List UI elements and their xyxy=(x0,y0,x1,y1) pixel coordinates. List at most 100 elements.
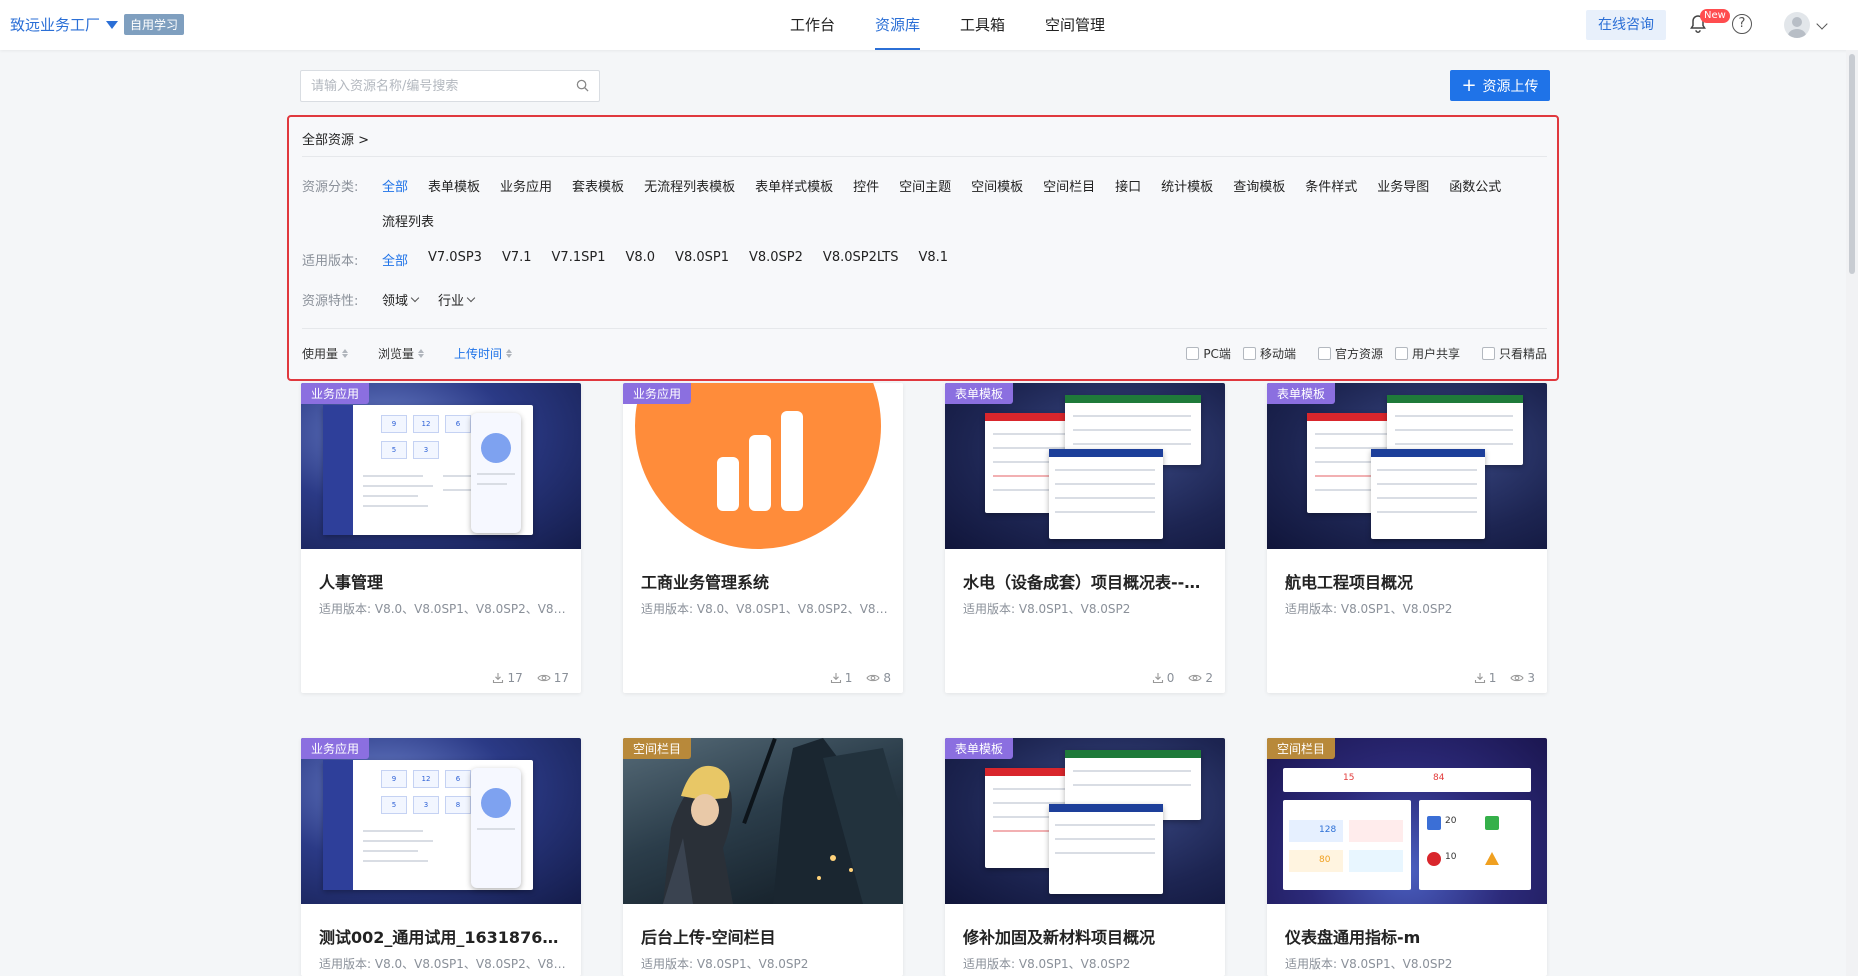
category-option[interactable]: 业务导图 xyxy=(1377,176,1429,195)
sort-arrows-icon xyxy=(418,349,425,358)
upload-resource-button[interactable]: + 资源上传 xyxy=(1450,70,1550,101)
checkbox-box[interactable] xyxy=(1186,347,1200,360)
search-input[interactable] xyxy=(301,71,561,101)
caret-down-icon xyxy=(106,20,119,29)
tab-toolbox[interactable]: 工具箱 xyxy=(940,0,1025,50)
new-badge: New xyxy=(1700,9,1730,23)
version-option[interactable]: V8.0SP2 xyxy=(749,250,803,269)
category-option[interactable]: 流程列表 xyxy=(382,211,434,230)
tab-space-management[interactable]: 空间管理 xyxy=(1025,0,1125,50)
card-title[interactable]: 测试002_通用试用_1631876245 xyxy=(319,924,569,948)
resource-card[interactable]: 9 12 6 5 3 8 业务应用 测试002_通用试用_1631876245 … xyxy=(301,738,581,976)
mobile-preview xyxy=(471,768,521,888)
indicator-value: 128 xyxy=(1319,825,1337,835)
resource-card[interactable]: 表单模板 航电工程项目概况 适用版本: V8.0SP1、V8.0SP2 1 3 xyxy=(1267,383,1547,693)
category-option[interactable]: 无流程列表模板 xyxy=(644,176,735,195)
checkbox-box[interactable] xyxy=(1394,347,1408,360)
card-title[interactable]: 后台上传-空间栏目 xyxy=(641,924,891,948)
card-title[interactable]: 人事管理 xyxy=(319,569,569,593)
card-title[interactable]: 水电（设备成套）项目概况表--简易版 xyxy=(963,569,1213,593)
checkbox-box[interactable] xyxy=(1242,347,1256,360)
category-option[interactable]: 套表模板 xyxy=(572,176,624,195)
resource-card[interactable]: 空间栏目 后台上传-空间栏目 适用版本: V8.0SP1、V8.0SP2 xyxy=(623,738,903,976)
card-title[interactable]: 工商业务管理系统 xyxy=(641,569,891,593)
version-filter-row: 适用版本: 全部 V7.0SP3 V7.1 V7.1SP1 V8.0 V8.0S… xyxy=(302,250,968,269)
resource-search xyxy=(300,70,600,102)
card-versions: 适用版本: V8.0、V8.0SP1、V8.0SP2、V8.0SP2LTS xyxy=(319,957,569,971)
category-option[interactable]: 空间模板 xyxy=(971,176,1023,195)
sort-by-views[interactable]: 浏览量 xyxy=(378,345,425,362)
online-consult-button[interactable]: 在线咨询 xyxy=(1586,10,1666,40)
version-option[interactable]: V8.0SP2LTS xyxy=(823,250,899,269)
version-option-all[interactable]: 全部 xyxy=(382,250,408,269)
checkbox-official[interactable]: 官方资源 xyxy=(1317,345,1383,362)
category-option[interactable]: 查询模板 xyxy=(1233,176,1285,195)
checkbox-box[interactable] xyxy=(1317,347,1331,360)
version-option[interactable]: V8.0 xyxy=(625,250,655,269)
brand-switcher[interactable]: 致远业务工厂 自用学习 xyxy=(10,14,185,35)
version-option[interactable]: V8.0SP1 xyxy=(675,250,729,269)
version-option[interactable]: V8.1 xyxy=(919,250,949,269)
sort-by-upload-time[interactable]: 上传时间 xyxy=(454,345,513,362)
category-option[interactable]: 条件样式 xyxy=(1305,176,1357,195)
use-count: 1 xyxy=(844,671,853,685)
category-option[interactable]: 接口 xyxy=(1115,176,1141,195)
sort-by-usage[interactable]: 使用量 xyxy=(302,345,349,362)
indicator-value: 15 xyxy=(1343,773,1355,783)
checkbox-mobile[interactable]: 移动端 xyxy=(1242,345,1296,362)
avatar[interactable] xyxy=(1784,12,1810,38)
kpi-value: 3 xyxy=(413,796,439,814)
version-option[interactable]: V7.1SP1 xyxy=(552,250,606,269)
tab-resource-library[interactable]: 资源库 xyxy=(855,0,940,50)
breadcrumb[interactable]: 全部资源 > xyxy=(302,129,369,148)
resource-card[interactable]: 9 12 6 5 3 业务应用 人事管理 适用版本: V8.0、V8.0SP1、… xyxy=(301,383,581,693)
category-tag: 表单模板 xyxy=(945,738,1014,759)
category-option[interactable]: 控件 xyxy=(853,176,879,195)
kpi-value: 5 xyxy=(381,796,407,814)
resource-card[interactable]: 业务应用 工商业务管理系统 适用版本: V8.0、V8.0SP1、V8.0SP2… xyxy=(623,383,903,693)
category-tag: 表单模板 xyxy=(1267,383,1336,404)
checkbox-pc[interactable]: PC端 xyxy=(1186,345,1231,362)
tab-workbench[interactable]: 工作台 xyxy=(770,0,855,50)
domain-dropdown-label: 领域 xyxy=(382,294,409,309)
resource-card[interactable]: 15 84 128 80 20 10 空间栏目 仪表盘通用指标-m 适用版本: … xyxy=(1267,738,1547,976)
category-option[interactable]: 空间栏目 xyxy=(1043,176,1095,195)
game-art-image xyxy=(663,738,903,904)
industry-dropdown-label: 行业 xyxy=(438,294,465,309)
logo-bar xyxy=(717,457,739,511)
scrollbar-track[interactable] xyxy=(1846,50,1858,976)
category-option[interactable]: 业务应用 xyxy=(500,176,552,195)
card-title[interactable]: 航电工程项目概况 xyxy=(1285,569,1535,593)
category-option[interactable]: 表单样式模板 xyxy=(755,176,833,195)
checkbox-featured-only[interactable]: 只看精品 xyxy=(1481,345,1547,362)
form-preview xyxy=(1049,804,1163,894)
chevron-down-icon[interactable] xyxy=(1816,18,1828,30)
domain-dropdown[interactable]: 领域 xyxy=(382,290,420,309)
category-option-all[interactable]: 全部 xyxy=(382,176,408,195)
search-icon[interactable] xyxy=(576,79,589,92)
resource-card[interactable]: 表单模板 水电（设备成套）项目概况表--简易版 适用版本: V8.0SP1、V8… xyxy=(945,383,1225,693)
card-thumbnail: 9 12 6 5 3 xyxy=(301,383,581,549)
help-icon[interactable]: ? xyxy=(1732,14,1752,34)
checkbox-user-shared[interactable]: 用户共享 xyxy=(1394,345,1460,362)
category-option[interactable]: 统计模板 xyxy=(1161,176,1213,195)
version-option[interactable]: V7.0SP3 xyxy=(428,250,482,269)
feature-filter-row: 资源特性: 领域 行业 xyxy=(302,290,494,309)
category-option[interactable]: 函数公式 xyxy=(1449,176,1501,195)
category-option[interactable]: 空间主题 xyxy=(899,176,951,195)
card-title[interactable]: 仪表盘通用指标-m xyxy=(1285,924,1535,948)
checkbox-box[interactable] xyxy=(1481,347,1495,360)
scrollbar-thumb[interactable] xyxy=(1849,54,1855,274)
plus-icon: + xyxy=(1461,74,1477,96)
version-option[interactable]: V7.1 xyxy=(502,250,532,269)
filter-checkboxes: PC端 移动端 官方资源 用户共享 只看精品 xyxy=(1174,345,1547,362)
view-count: 17 xyxy=(553,671,569,685)
resource-card[interactable]: 表单模板 修补加固及新材料项目概况 适用版本: V8.0SP1、V8.0SP2 xyxy=(945,738,1225,976)
card-versions: 适用版本: V8.0SP1、V8.0SP2 xyxy=(641,957,809,971)
industry-dropdown[interactable]: 行业 xyxy=(438,290,476,309)
card-versions: 适用版本: V8.0、V8.0SP1、V8.0SP2、V8.0SP2LTS xyxy=(641,602,891,616)
category-tag: 业务应用 xyxy=(301,383,370,404)
card-thumbnail xyxy=(623,738,903,904)
card-title[interactable]: 修补加固及新材料项目概况 xyxy=(963,924,1213,948)
category-option[interactable]: 表单模板 xyxy=(428,176,480,195)
